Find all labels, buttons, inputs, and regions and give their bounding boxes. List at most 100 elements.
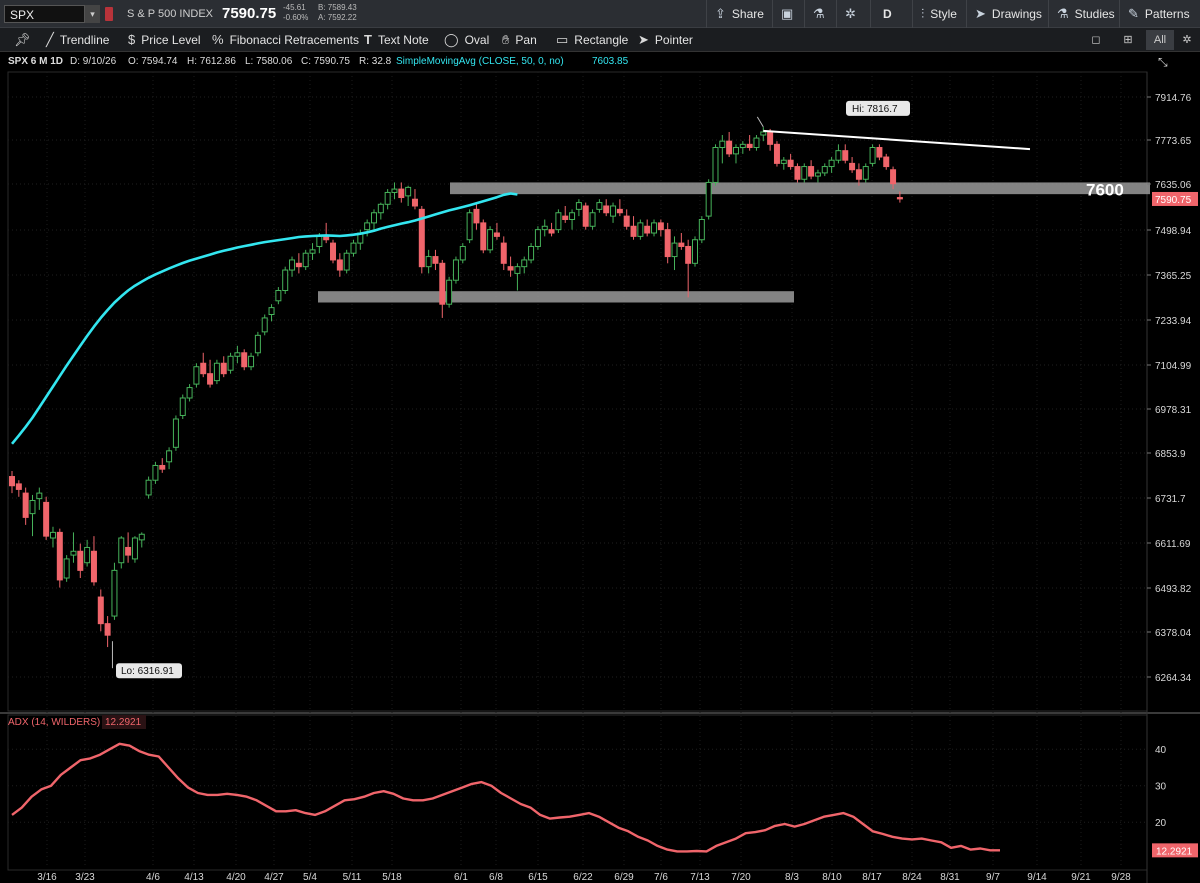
candle-body — [664, 229, 671, 258]
style-button[interactable]: ⫶ Style — [912, 0, 957, 28]
price-tick-label: 6978.31 — [1155, 405, 1192, 416]
candle-body — [651, 222, 658, 234]
time-tick-label: 6/15 — [528, 872, 548, 883]
candle-body — [814, 172, 821, 177]
timeframe-label: D — [883, 7, 892, 21]
candle-body — [493, 232, 500, 237]
candle-body — [131, 537, 138, 560]
time-tick-label: 9/7 — [986, 872, 1000, 883]
chart-range: R: 32.8 — [359, 56, 392, 67]
symbol-dropdown-icon[interactable]: ▾ — [84, 5, 100, 23]
price-tick-label: 7498.94 — [1155, 226, 1192, 237]
candle-body — [254, 334, 261, 354]
pin-button[interactable]: 📌︎ — [14, 32, 37, 48]
resistance-zone-7600 — [450, 182, 1150, 195]
candle-body — [200, 362, 207, 375]
time-tick-label: 3/16 — [37, 872, 57, 883]
candle-body — [357, 232, 364, 244]
time-tick-label: 3/23 — [75, 872, 95, 883]
ask-value: A: 7592.22 — [318, 13, 357, 22]
price-panel-frame — [7, 71, 1148, 712]
candle-body — [104, 623, 111, 636]
candle-body — [261, 317, 268, 333]
candle-body — [227, 355, 234, 371]
fibonacci-tool[interactable]: % Fibonacci Retracements — [212, 32, 359, 47]
trendline-tool[interactable]: ╱ Trendline — [46, 32, 109, 48]
time-tick-label: 5/4 — [303, 872, 317, 883]
candle-body — [364, 222, 371, 231]
grid-icon: ⊞ — [1123, 34, 1133, 46]
adx-last-badge-label: 12.2921 — [1156, 846, 1193, 857]
candle-body — [828, 159, 835, 168]
candle-body — [370, 212, 377, 224]
instrument-name: S & P 500 INDEX — [127, 8, 214, 20]
time-tick-label: 8/24 — [902, 872, 922, 883]
candle-body — [780, 159, 787, 164]
candle-body — [268, 307, 275, 315]
settings-button[interactable]: ✲ — [836, 0, 862, 28]
oval-tool[interactable]: ◯ Oval — [444, 32, 489, 48]
candle-body — [166, 450, 173, 463]
share-button[interactable]: ⇪ Share — [706, 0, 764, 28]
study-value: 7603.85 — [592, 56, 629, 67]
text-icon: T — [364, 32, 372, 47]
single-layout-button[interactable]: ◻ — [1082, 30, 1110, 50]
symbol-link-tag[interactable] — [105, 7, 113, 21]
text-note-tool[interactable]: T Text Note — [364, 32, 429, 47]
pan-tool[interactable]: ✋︎ Pan — [502, 32, 537, 48]
chart-canvas: ADX (14, WILDERS) 12.292112.2921 7914.767… — [0, 71, 1200, 883]
candle-body — [248, 355, 255, 368]
oval-icon: ◯ — [444, 32, 459, 47]
candle-body — [534, 229, 541, 247]
grid-layout-button[interactable]: ⊞ — [1114, 30, 1142, 50]
trendline-icon: ╱ — [46, 32, 54, 47]
candle-body — [794, 166, 801, 180]
time-tick-label: 6/29 — [614, 872, 634, 883]
candle-body — [582, 205, 589, 227]
settings-gear-button[interactable]: ✲ — [1176, 30, 1198, 50]
price-tick-label: 7773.65 — [1155, 136, 1192, 147]
chart-close: C: 7590.75 — [301, 56, 350, 67]
timeframe-button[interactable]: D — [870, 0, 912, 28]
adx-last-badge — [1152, 843, 1198, 858]
price-level-tool[interactable]: $ Price Level — [128, 32, 201, 47]
candle-body — [521, 259, 528, 268]
save-image-button[interactable]: ▣ — [772, 0, 799, 28]
adx-layer: ADX (14, WILDERS) 12.2921 12.2921 — [8, 715, 1198, 858]
candle-body — [29, 500, 36, 515]
candle-body — [9, 476, 15, 487]
last-price: 7590.75 — [222, 5, 277, 22]
candle-body — [773, 143, 780, 164]
all-button[interactable]: All — [1146, 30, 1174, 50]
candle-body — [835, 150, 842, 161]
candle-body — [432, 256, 439, 264]
candle-body — [343, 252, 350, 271]
candle-body — [22, 492, 29, 518]
time-tick-label: 5/11 — [343, 872, 362, 883]
drawing-toolbar: 📌︎ ╱ Trendline $ Price Level % Fibonacci Re… — [0, 28, 1200, 52]
rectangle-icon: ▭ — [556, 32, 569, 47]
candle-body — [241, 352, 248, 368]
drawings-button[interactable]: ➤ Drawings — [966, 0, 1042, 28]
candle-body — [193, 366, 200, 385]
patterns-button[interactable]: ✎ Patterns — [1119, 0, 1200, 28]
time-tick-label: 7/20 — [731, 872, 751, 883]
candle-body — [842, 150, 849, 161]
time-tick-label: 8/31 — [940, 872, 960, 883]
candle-body — [207, 373, 214, 385]
candle-body — [644, 225, 651, 234]
candle-body — [145, 479, 152, 496]
change-percent: -0.60% — [283, 13, 309, 22]
price-tick-label: 6493.82 — [1155, 584, 1192, 595]
candle-body — [746, 143, 753, 149]
candle-body — [418, 208, 425, 268]
expand-icon[interactable]: ⤡ — [1158, 53, 1168, 71]
price-tick-label: 7365.25 — [1155, 271, 1192, 282]
pointer-tool[interactable]: ➤ Pointer — [638, 32, 693, 48]
price-tick-label: 6731.7 — [1155, 494, 1186, 505]
studies-button[interactable]: ⚗ Studies — [1048, 0, 1115, 28]
candle-body — [876, 147, 883, 158]
candle-body — [138, 533, 145, 541]
flask-button[interactable]: ⚗ — [804, 0, 831, 28]
rectangle-tool[interactable]: ▭ Rectangle — [556, 32, 628, 48]
